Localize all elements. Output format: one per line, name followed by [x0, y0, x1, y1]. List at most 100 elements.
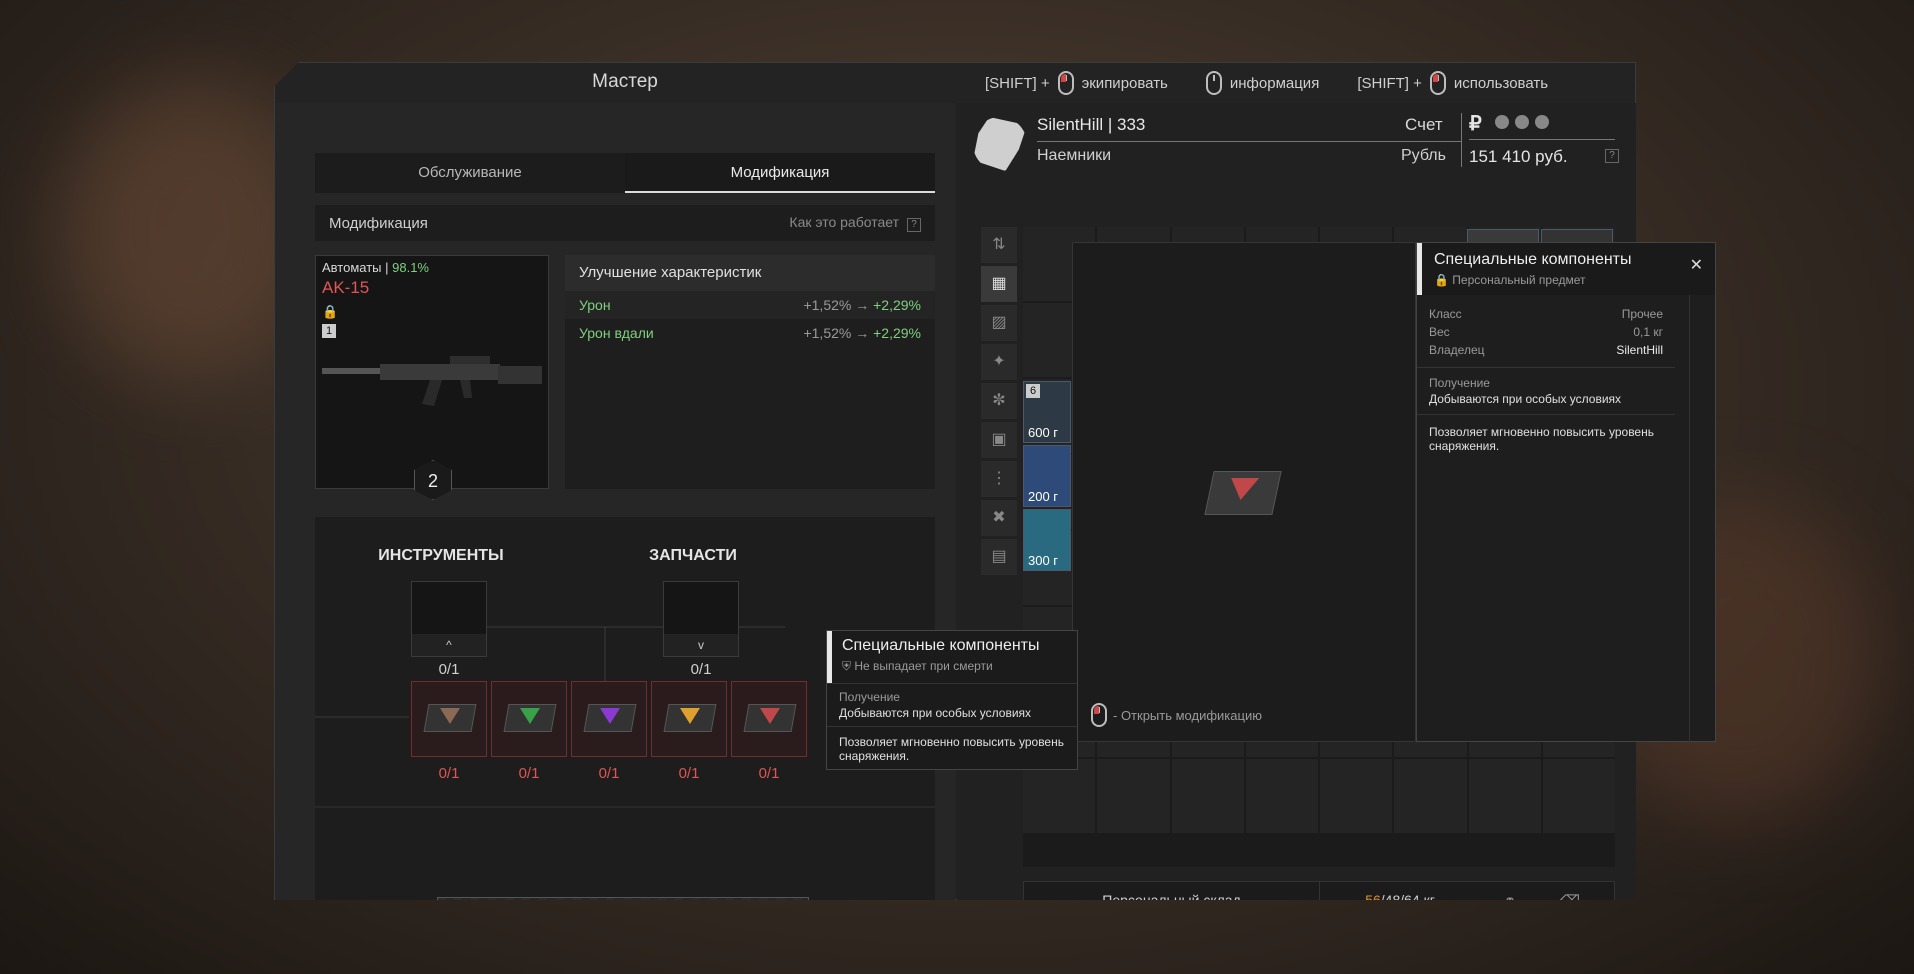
- tab-modification[interactable]: Модификация: [625, 153, 935, 193]
- component-slot[interactable]: [491, 681, 567, 757]
- grenade-icon[interactable]: ✼: [981, 383, 1017, 419]
- currency-icons: [1495, 115, 1549, 129]
- tooltip-description: Позволяет мгновенно повысить уровень сна…: [827, 726, 1077, 769]
- component-count: 0/1: [598, 765, 620, 782]
- hint-bar: [SHIFT] + экипировать информация [SHIFT]…: [985, 63, 1576, 103]
- stat-row: Урон вдали +1,52% → +2,29%: [579, 325, 921, 341]
- mouse-left-icon: [1057, 71, 1074, 95]
- component-icon: [520, 708, 540, 724]
- component-count: 0/1: [438, 765, 460, 782]
- hint-info: информация: [1205, 71, 1319, 95]
- mouse-left-icon: [1091, 703, 1107, 727]
- help-icon: ?: [907, 218, 921, 232]
- left-pane: Обслуживание Модификация Модификация Как…: [275, 103, 955, 900]
- info-subtitle: 🔒 Персональный предмет: [1434, 273, 1586, 287]
- component-slot[interactable]: [571, 681, 647, 757]
- sort-icon[interactable]: ⇅: [981, 227, 1017, 263]
- weapon-category: Автоматы | 98.1%: [322, 260, 429, 275]
- chevron-up-icon[interactable]: ^: [412, 634, 486, 656]
- stats-panel: Улучшение характеристик Урон +1,52% → +2…: [565, 255, 935, 489]
- armor-icon[interactable]: ▨: [981, 305, 1017, 341]
- player-name: SilentHill | 333: [1037, 115, 1146, 134]
- gear-currency-icon[interactable]: [1495, 115, 1509, 129]
- camera-icon[interactable]: ▣: [981, 422, 1017, 458]
- component-count: 0/1: [678, 765, 700, 782]
- info-title: Специальные компоненты: [1434, 251, 1632, 268]
- info-row: Вес 0,1 кг: [1429, 325, 1663, 339]
- storage-bar: Персональный склад 56/48/64 кг ⚭ ⌫: [1023, 881, 1615, 908]
- hint-equip: [SHIFT] + экипировать: [985, 71, 1168, 95]
- personal-storage-tab[interactable]: Персональный склад: [1024, 881, 1320, 900]
- faction-eagle-icon: [973, 117, 1027, 171]
- token-currency-icon[interactable]: [1515, 115, 1529, 129]
- divider: [1461, 113, 1462, 167]
- item-info-panel: Специальные компоненты 🔒 Персональный пр…: [1416, 242, 1716, 743]
- account-label: Счет: [1405, 115, 1443, 134]
- medkit-item[interactable]: 200 г: [1023, 445, 1071, 507]
- player-faction: Наемники: [1037, 147, 1112, 164]
- tools-title: ИНСТРУМЕНТЫ: [378, 547, 504, 564]
- component-slot[interactable]: [411, 681, 487, 757]
- ammo-icon[interactable]: ⋮: [981, 461, 1017, 497]
- skip-animation-checkbox[interactable]: [696, 951, 710, 965]
- stats-title: Улучшение характеристик: [565, 255, 935, 291]
- weight-icon[interactable]: ⚭: [1480, 892, 1540, 901]
- tools-slot[interactable]: ^: [411, 581, 487, 657]
- level-badge: 2: [414, 460, 452, 500]
- divider: [1037, 141, 1461, 142]
- stat-row: Урон +1,52% → +2,29%: [565, 291, 935, 319]
- hint-use: [SHIFT] + использовать: [1357, 71, 1548, 95]
- stats-rows: Урон +1,52% → +2,29% Урон вдали +1,52% →…: [565, 291, 935, 347]
- parts-slot[interactable]: v: [663, 581, 739, 657]
- box-icon[interactable]: ▤: [981, 539, 1017, 575]
- component-slot[interactable]: [651, 681, 727, 757]
- info-body: Класс Прочее Вес 0,1 кг Владелец SilentHill…: [1417, 295, 1675, 461]
- weapon-name: AK-15: [322, 278, 370, 297]
- filter-sidebar: ⇅ ▦ ▨ ✦ ✼ ▣ ⋮ ✖ ▤: [981, 227, 1017, 578]
- open-modification-hint: - Открыть модификацию: [1091, 703, 1262, 727]
- section-title: Модификация: [329, 214, 428, 232]
- tooltip-header: Специальные компоненты ⛨ Не выпадает при…: [827, 631, 1077, 683]
- tab-maintenance[interactable]: Обслуживание: [315, 153, 625, 193]
- component-count: 0/1: [518, 765, 540, 782]
- divider: [1469, 139, 1615, 140]
- tier-badge: 1: [322, 324, 336, 338]
- mouse-right-icon: [1429, 71, 1446, 95]
- ruble-icon[interactable]: ₽: [1469, 111, 1482, 136]
- tooltip-obtain: Получение Добываются при особых условиях: [827, 683, 1077, 726]
- component-icon: [600, 708, 620, 724]
- info-row: Владелец SilentHill: [1429, 343, 1663, 357]
- window-title: Мастер: [592, 71, 658, 92]
- knife-icon[interactable]: ✦: [981, 344, 1017, 380]
- currency-label: Рубль: [1401, 147, 1446, 164]
- special-component-image: [1204, 471, 1282, 515]
- trash-icon[interactable]: ⌫: [1540, 892, 1600, 901]
- inventory-item[interactable]: 6 600 г: [1023, 381, 1071, 443]
- storage-weight: 56/48/64 кг: [1365, 892, 1435, 908]
- skip-animation: Пропустить анимацию: [315, 949, 935, 965]
- help-icon[interactable]: ?: [1605, 149, 1619, 163]
- rifle-image: [322, 356, 542, 406]
- chevron-down-icon[interactable]: v: [664, 634, 738, 656]
- section-header: Модификация Как это работает?: [315, 205, 935, 241]
- scrollbar[interactable]: [1689, 295, 1709, 743]
- inventory-item[interactable]: 300 г: [1023, 509, 1071, 571]
- grid-icon[interactable]: ▦: [981, 266, 1017, 302]
- component-count: 0/1: [758, 765, 780, 782]
- component-slot[interactable]: [731, 681, 807, 757]
- info-obtain: Получение Добываются при особых условиях: [1417, 367, 1675, 414]
- component-icon: [760, 708, 780, 724]
- tab-bar: Обслуживание Модификация: [315, 153, 935, 193]
- how-it-works-link[interactable]: Как это работает?: [789, 214, 921, 232]
- parts-title: ЗАПЧАСТИ: [649, 547, 737, 564]
- close-icon[interactable]: ✕: [1690, 255, 1703, 275]
- coin-currency-icon[interactable]: [1535, 115, 1549, 129]
- tools-icon[interactable]: ✖: [981, 500, 1017, 536]
- weapon-condition: 98.1%: [392, 260, 429, 275]
- item-preview: - Открыть модификацию: [1072, 242, 1416, 742]
- upgrade-button[interactable]: УЛУЧШИТЬ: [437, 897, 809, 900]
- weapon-card[interactable]: Автоматы | 98.1% AK-15 🔒 1 2: [315, 255, 549, 500]
- lock-icon: 🔒: [322, 304, 339, 319]
- component-icon: [440, 708, 460, 724]
- info-description: Позволяет мгновенно повысить уровень сна…: [1417, 414, 1675, 461]
